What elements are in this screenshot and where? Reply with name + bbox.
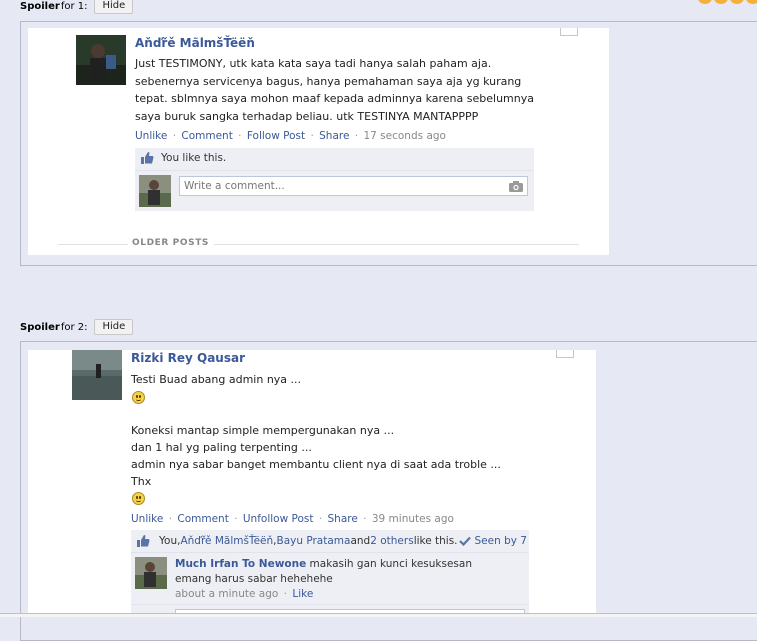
- likes-summary: You like this.: [141, 152, 226, 164]
- separator: ·: [172, 130, 177, 142]
- feedback-box: You like this. Write a comment...: [135, 148, 534, 211]
- unfollow-post-link[interactable]: Unfollow Post: [243, 513, 314, 525]
- older-posts-link[interactable]: OLDER POSTS: [132, 238, 209, 248]
- spoiler-for-label: for 2:: [60, 321, 88, 333]
- comment-body: Much Irfan To Newone makasih gan kunci k…: [175, 557, 485, 586]
- post-author-name[interactable]: Aňďřě MãlmšŤëëň: [135, 36, 255, 50]
- post-options-icon[interactable]: [560, 28, 578, 36]
- facebook-post-2: Rizki Rey Qausar Testi Buad abang admin …: [28, 350, 596, 617]
- separator: ·: [363, 513, 367, 525]
- grin-icon: [132, 491, 145, 505]
- share-link[interactable]: Share: [328, 513, 358, 525]
- post-timestamp[interactable]: 39 minutes ago: [372, 513, 454, 525]
- comment-author-link[interactable]: Much Irfan To Newone: [175, 558, 306, 570]
- post-author-name[interactable]: Rizki Rey Qausar: [131, 351, 245, 365]
- avatar[interactable]: [135, 557, 167, 589]
- thumbs-up-icon: [141, 152, 154, 164]
- comment-placeholder: Write a comment...: [184, 180, 285, 192]
- avatar-photo-icon: [76, 35, 126, 85]
- spoiler-header-2: Spoiler for 2: Hide: [20, 319, 134, 335]
- camera-icon[interactable]: [509, 180, 523, 192]
- star-icon: [730, 0, 744, 4]
- seen-by[interactable]: Seen by 7: [458, 535, 527, 547]
- comment-timestamp[interactable]: about a minute ago: [175, 588, 278, 600]
- avatar-photo-icon: [139, 175, 171, 207]
- facebook-post-1: Aňďřě MãlmšŤëëň Just TESTIMONY, utk kata…: [28, 28, 609, 255]
- post-text-line: Koneksi mantap simple mempergunakan nya …: [131, 424, 395, 437]
- hide-spoiler-button[interactable]: Hide: [94, 0, 134, 14]
- avatar-photo-icon: [72, 350, 122, 400]
- likes-summary: You, Aňďřě MãlmšŤëëň , Bayu Pratama and …: [137, 535, 527, 547]
- comment-actions: about a minute ago · Like: [175, 588, 313, 600]
- post-text-line: Testi Buad abang admin nya ...: [131, 373, 302, 386]
- likes-text: You like this.: [161, 152, 227, 164]
- separator: ·: [234, 513, 238, 525]
- smiley-emoticon: [132, 491, 145, 505]
- liker-link[interactable]: Aňďřě MãlmšŤëëň: [180, 535, 273, 547]
- share-link[interactable]: Share: [319, 130, 349, 142]
- avatar[interactable]: [72, 350, 122, 400]
- likes-and: and: [350, 535, 371, 547]
- liker-link[interactable]: Bayu Pratama: [276, 535, 350, 547]
- divider: [131, 552, 529, 553]
- likes-suffix: like this.: [413, 535, 458, 547]
- unlike-link[interactable]: Unlike: [131, 513, 163, 525]
- post-text-line: admin nya sabar banget membantu client n…: [131, 458, 501, 471]
- post-text-line: Thx: [131, 475, 152, 488]
- comment-link[interactable]: Comment: [181, 130, 232, 142]
- comment-link[interactable]: Comment: [177, 513, 228, 525]
- divider: [135, 170, 534, 171]
- separator: ·: [283, 588, 287, 600]
- follow-post-link[interactable]: Follow Post: [247, 130, 305, 142]
- divider: [214, 244, 579, 245]
- separator: ·: [238, 130, 242, 142]
- post-timestamp[interactable]: 17 seconds ago: [363, 130, 445, 142]
- smiley-icon: [132, 390, 145, 404]
- separator: ·: [310, 130, 314, 142]
- post-text: Just TESTIMONY, utk kata kata saya tadi …: [135, 57, 538, 123]
- post-actions: Unlike · Comment · Follow Post · Share ·…: [135, 130, 446, 142]
- post-actions: Unlike · Comment · Unfollow Post · Share…: [131, 513, 454, 525]
- post-options-icon[interactable]: [556, 350, 574, 358]
- divider: [131, 604, 529, 605]
- avatar-photo-icon: [135, 557, 167, 589]
- star-icon: [698, 0, 712, 4]
- unlike-link[interactable]: Unlike: [135, 130, 167, 142]
- spoiler-title: Spoiler: [20, 0, 60, 12]
- avatar[interactable]: [76, 35, 126, 85]
- separator: ·: [168, 513, 173, 525]
- hide-spoiler-button[interactable]: Hide: [94, 319, 134, 335]
- comment-like-link[interactable]: Like: [292, 588, 313, 600]
- comment-input[interactable]: Write a comment...: [179, 176, 528, 196]
- thumbs-up-icon: [137, 535, 150, 547]
- spoiler-title: Spoiler: [20, 321, 60, 333]
- spoiler-for-label: for 1:: [60, 0, 88, 12]
- feedback-box: You, Aňďřě MãlmšŤëëň , Bayu Pratama and …: [131, 530, 529, 617]
- likes-you: You,: [159, 535, 181, 547]
- divider: [58, 244, 128, 245]
- star-icon: [714, 0, 728, 4]
- spoiler-header-1: Spoiler for 1: Hide: [20, 0, 134, 14]
- post-text-line: dan 1 hal yg paling terpenting ...: [131, 441, 312, 454]
- separator: ·: [318, 513, 323, 525]
- smiley-emoticon: [132, 390, 145, 404]
- checkmark-icon: [458, 536, 471, 546]
- others-link[interactable]: 2 others: [370, 535, 413, 547]
- separator: ·: [354, 130, 359, 142]
- seen-by-link[interactable]: Seen by 7: [475, 535, 527, 547]
- avatar: [139, 175, 171, 207]
- window-bottom-edge: [0, 613, 757, 617]
- star-icon: [746, 0, 757, 4]
